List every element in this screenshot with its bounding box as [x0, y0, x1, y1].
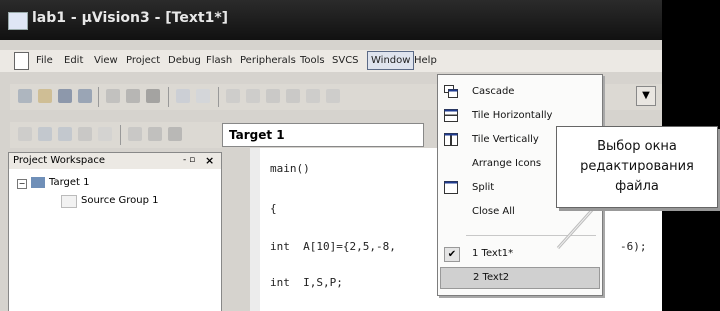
tile-vertical-icon [444, 133, 458, 146]
menu-item-label: Split [472, 182, 495, 193]
code-line: int A[10]={2,5,-8, [270, 240, 396, 253]
pin-icon[interactable]: - ▫ [183, 155, 195, 165]
wand-icon[interactable] [168, 127, 182, 141]
collapse-toggle[interactable]: − [17, 179, 27, 189]
find-next-icon[interactable] [306, 89, 320, 103]
undo-icon[interactable] [176, 89, 190, 103]
document-icon[interactable] [14, 52, 29, 70]
save-icon[interactable] [58, 89, 72, 103]
menu-svcs[interactable]: SVCS [332, 55, 359, 66]
cut-icon[interactable] [106, 89, 120, 103]
find-icon[interactable] [286, 89, 300, 103]
close-icon[interactable]: × [205, 154, 214, 167]
code-line: main() [270, 162, 310, 175]
toolbar-separator [168, 87, 169, 107]
menu-view[interactable]: View [94, 55, 118, 66]
open-folder-icon[interactable] [38, 89, 52, 103]
menu-item-label: Close All [472, 206, 515, 217]
bookmark-icon[interactable] [266, 89, 280, 103]
paste-icon[interactable] [146, 89, 160, 103]
folder-icon [61, 195, 77, 208]
menu-debug[interactable]: Debug [168, 55, 201, 66]
callout-line: редактирования [580, 159, 694, 174]
menu-peripherals[interactable]: Peripherals [240, 55, 296, 66]
target-options-icon[interactable] [148, 127, 162, 141]
menu-item-tile-horizontally[interactable]: Tile Horizontally [438, 105, 602, 127]
workspace-header: Project Workspace - ▫ × [9, 153, 221, 169]
tree-item-target[interactable]: Target 1 [49, 177, 89, 188]
callout-line: Выбор окна [597, 139, 677, 154]
menu-item-label: 1 Text1* [472, 248, 514, 259]
save-all-icon[interactable] [78, 89, 92, 103]
uvision-app-icon [8, 12, 28, 30]
new-file-icon[interactable] [18, 89, 32, 103]
redo-icon[interactable] [196, 89, 210, 103]
toolbar-separator [120, 125, 121, 145]
stop-build-icon[interactable] [98, 127, 112, 141]
split-window-icon [444, 181, 458, 194]
menu-item-text2[interactable]: 2 Text2 [440, 267, 600, 289]
menu-window[interactable]: Window [367, 51, 415, 70]
batch-build-icon[interactable] [78, 127, 92, 141]
code-line: { [270, 202, 277, 215]
target-icon [31, 177, 45, 188]
copy-icon[interactable] [126, 89, 140, 103]
checkmark-icon: ✔ [444, 247, 460, 262]
tree-item-source-group[interactable]: Source Group 1 [81, 195, 159, 206]
menu-item-label: Tile Horizontally [472, 110, 553, 121]
window-title: lab1 - µVision3 - [Text1*] [32, 10, 229, 26]
menu-file[interactable]: File [36, 55, 53, 66]
tile-horizontal-icon [444, 109, 458, 122]
editor-margin [250, 148, 260, 311]
menu-item-label: Arrange Icons [472, 158, 542, 169]
title-bar: lab1 - µVision3 - [Text1*] [0, 0, 662, 40]
toolbar-separator [98, 87, 99, 107]
project-workspace: Project Workspace - ▫ × − Target 1 Sourc… [8, 152, 222, 311]
menu-tools[interactable]: Tools [300, 55, 325, 66]
menu-item-label: Cascade [472, 86, 515, 97]
callout-line: файла [615, 179, 659, 194]
find-combo-dropdown-icon[interactable]: ▼ [636, 86, 656, 106]
menu-project[interactable]: Project [126, 55, 160, 66]
cascade-icon [444, 85, 458, 98]
menu-flash[interactable]: Flash [206, 55, 232, 66]
menu-item-cascade[interactable]: Cascade [438, 81, 602, 103]
annotation-callout: Выбор окна редактирования файла [556, 126, 718, 208]
menu-edit[interactable]: Edit [64, 55, 83, 66]
menu-item-label: 2 Text2 [473, 272, 510, 283]
translate-icon[interactable] [18, 127, 32, 141]
replace-icon[interactable] [326, 89, 340, 103]
code-line: int I,S,P; [270, 276, 343, 289]
target-selector[interactable]: Target 1 [222, 123, 424, 147]
toolbar-build [10, 122, 222, 148]
menu-help[interactable]: Help [414, 55, 437, 66]
workspace-title: Project Workspace [13, 155, 106, 166]
menu-bar: File Edit View Project Debug Flash Perip… [0, 50, 662, 72]
rebuild-icon[interactable] [58, 127, 72, 141]
target-selector-label: Target 1 [229, 128, 285, 142]
indent-icon[interactable] [226, 89, 240, 103]
build-icon[interactable] [38, 127, 52, 141]
project-tree: − Target 1 Source Group 1 [9, 175, 221, 215]
download-icon[interactable] [128, 127, 142, 141]
menu-item-label: Tile Vertically [472, 134, 539, 145]
toolbar-separator [218, 87, 219, 107]
unindent-icon[interactable] [246, 89, 260, 103]
screen: lab1 - µVision3 - [Text1*] File Edit Vie… [0, 0, 720, 311]
